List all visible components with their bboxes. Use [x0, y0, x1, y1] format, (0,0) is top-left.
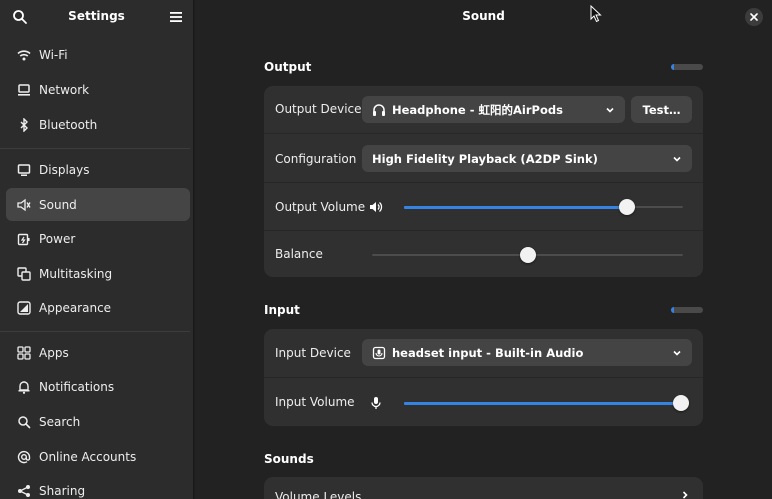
test-button[interactable]: Test…: [631, 96, 692, 123]
configuration-label: Configuration: [275, 152, 357, 166]
sidebar-item-power[interactable]: Power: [6, 222, 190, 255]
balance-label: Balance: [275, 247, 323, 261]
configuration-dropdown[interactable]: High Fidelity Playback (A2DP Sink): [362, 145, 692, 172]
page-title: Sound: [462, 9, 505, 23]
display-icon: [16, 162, 32, 178]
power-icon: [16, 231, 32, 247]
chevron-down-icon: [673, 156, 681, 162]
output-device-label: Output Device: [275, 102, 362, 116]
output-card: Output Device Headphone - 虹阳的AirPods Tes…: [264, 86, 703, 277]
sidebar-separator: [0, 331, 190, 332]
share-icon: [16, 483, 32, 499]
volume-high-icon[interactable]: [368, 199, 384, 215]
sidebar-title: Settings: [68, 9, 125, 23]
network-icon: [16, 82, 32, 98]
headphones-icon: [372, 103, 386, 117]
search-icon: [16, 414, 32, 430]
headset-microphone-icon: [372, 346, 386, 360]
sidebar-item-displays[interactable]: Displays: [6, 153, 190, 186]
slider-fill: [404, 205, 628, 209]
input-volume-row: Input Volume: [264, 377, 703, 426]
sidebar-item-label: Power: [39, 231, 76, 246]
sidebar-item-label: Sound: [39, 197, 77, 212]
output-device-value: Headphone - 虹阳的AirPods: [392, 102, 563, 117]
speaker-icon: [16, 197, 32, 213]
input-card: Input Device headset input - Built-in Au…: [264, 329, 703, 426]
sidebar-item-multitasking[interactable]: Multitasking: [6, 257, 190, 290]
slider-knob[interactable]: [519, 247, 536, 263]
appearance-icon: [16, 300, 32, 316]
bluetooth-icon: [16, 117, 32, 133]
sidebar-item-network[interactable]: Network: [6, 73, 190, 106]
sidebar-item-apps[interactable]: Apps: [6, 336, 190, 369]
output-section-title: Output: [264, 60, 312, 74]
volume-levels-label: Volume Levels: [275, 490, 362, 499]
sidebar-item-label: Sharing: [39, 483, 86, 498]
sidebar-item-bluetooth[interactable]: Bluetooth: [6, 108, 190, 141]
sidebar-item-label: Displays: [39, 162, 90, 177]
sidebar-item-search[interactable]: Search: [6, 405, 190, 438]
chevron-right-icon: [682, 491, 688, 499]
sidebar-item-online-accounts[interactable]: Online Accounts: [6, 440, 190, 473]
sidebar-item-label: Notifications: [39, 379, 115, 394]
slider-fill: [404, 401, 683, 405]
sounds-card: Volume Levels: [264, 477, 703, 499]
multitasking-icon: [16, 266, 32, 282]
sidebar-item-label: Online Accounts: [39, 449, 137, 464]
sidebar-item-label: Wi-Fi: [39, 47, 68, 62]
chevron-down-icon: [673, 350, 681, 356]
output-level-meter: [671, 64, 703, 70]
at-icon: [16, 449, 32, 465]
sidebar-item-label: Network: [39, 82, 90, 97]
input-device-value: headset input - Built-in Audio: [392, 345, 584, 360]
input-volume-label: Input Volume: [275, 395, 355, 409]
input-level-meter: [671, 307, 703, 313]
output-device-row: Output Device Headphone - 虹阳的AirPods Tes…: [264, 86, 703, 133]
volume-levels-row[interactable]: Volume Levels: [264, 477, 703, 499]
output-level-fill: [671, 64, 675, 70]
sidebar-item-label: Multitasking: [39, 266, 113, 281]
input-level-fill: [671, 307, 675, 313]
sidebar-item-appearance[interactable]: Appearance: [6, 291, 190, 324]
sidebar-item-wifi[interactable]: Wi-Fi: [6, 38, 190, 71]
chevron-down-icon: [606, 107, 614, 113]
mouse-cursor-icon: [590, 5, 602, 23]
input-section-title: Input: [264, 303, 300, 317]
sidebar-header: Settings: [0, 0, 193, 34]
microphone-icon[interactable]: [368, 395, 384, 411]
sidebar-item-notifications[interactable]: Notifications: [6, 370, 190, 403]
balance-row: Balance: [264, 230, 703, 277]
sidebar-item-label: Appearance: [39, 300, 112, 315]
slider-knob[interactable]: [673, 395, 689, 411]
sidebar-item-label: Bluetooth: [39, 117, 98, 132]
balance-slider[interactable]: [372, 247, 683, 263]
input-volume-slider[interactable]: [404, 395, 689, 411]
output-volume-label: Output Volume: [275, 200, 366, 214]
configuration-row: Configuration High Fidelity Playback (A2…: [264, 133, 703, 182]
input-device-dropdown[interactable]: headset input - Built-in Audio: [362, 339, 692, 366]
sidebar-item-sound[interactable]: Sound: [6, 188, 190, 221]
sidebar: Settings Wi-Fi Network Bluetooth Display…: [0, 0, 194, 499]
main-panel: Sound Output Output Device Headphone - 虹…: [195, 0, 772, 499]
output-volume-row: Output Volume: [264, 182, 703, 230]
output-volume-slider[interactable]: [404, 199, 683, 215]
bell-icon: [16, 379, 32, 395]
sidebar-item-label: Search: [39, 414, 81, 429]
apps-grid-icon: [16, 345, 32, 361]
close-button[interactable]: [745, 8, 763, 26]
input-device-row: Input Device headset input - Built-in Au…: [264, 329, 703, 377]
sidebar-item-label: Apps: [39, 345, 69, 360]
input-device-label: Input Device: [275, 346, 351, 360]
close-icon: [750, 13, 758, 21]
slider-knob[interactable]: [619, 199, 636, 215]
sidebar-separator: [0, 148, 190, 149]
output-device-dropdown[interactable]: Headphone - 虹阳的AirPods: [362, 96, 625, 123]
configuration-value: High Fidelity Playback (A2DP Sink): [372, 151, 598, 166]
sidebar-item-sharing[interactable]: Sharing: [6, 474, 190, 499]
wifi-icon: [16, 47, 32, 63]
hamburger-menu-icon[interactable]: [168, 9, 184, 25]
sounds-section-title: Sounds: [264, 452, 314, 466]
